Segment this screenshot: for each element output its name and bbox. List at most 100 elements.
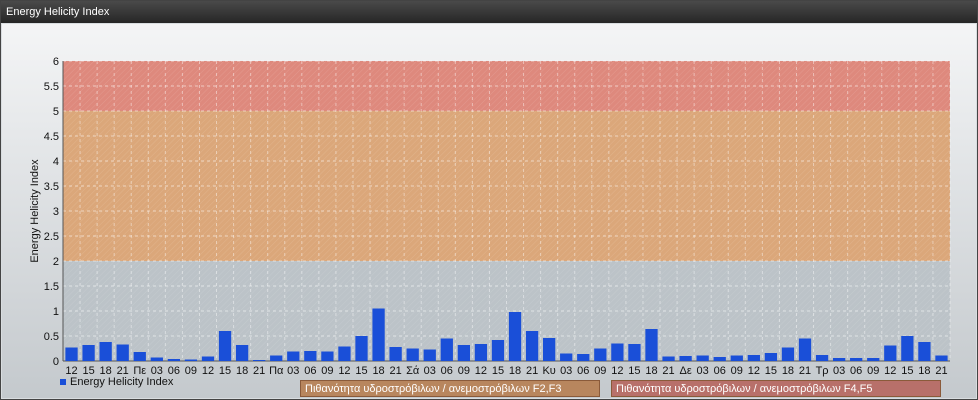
x-tick-label: 21 bbox=[935, 365, 947, 377]
x-tick-label: 09 bbox=[867, 365, 879, 377]
bar bbox=[167, 359, 181, 361]
x-tick-label: 06 bbox=[850, 365, 862, 377]
bar bbox=[713, 357, 726, 361]
x-tick-label: 15 bbox=[492, 365, 504, 377]
bar bbox=[184, 359, 198, 361]
bar bbox=[628, 344, 641, 361]
bar bbox=[662, 356, 675, 361]
x-tick-label: 06 bbox=[714, 365, 726, 377]
x-tick-label: 15 bbox=[219, 365, 231, 377]
x-tick-label: 18 bbox=[236, 365, 248, 377]
y-tick-label: 2.5 bbox=[44, 231, 59, 243]
x-tick-label: 03 bbox=[424, 365, 436, 377]
bar bbox=[372, 308, 385, 361]
x-tick-label: 06 bbox=[441, 365, 453, 377]
chart-window: Energy Helicity Index 0 0.5 1 1.5 2 2.5 3 3.5 4 4… bbox=[0, 0, 978, 400]
bar bbox=[730, 355, 743, 361]
x-tick-label: Πα bbox=[269, 365, 284, 377]
bar bbox=[867, 358, 880, 361]
x-tick-label: 12 bbox=[884, 365, 896, 377]
bar bbox=[65, 347, 78, 361]
bar bbox=[423, 349, 436, 361]
y-tick-label: 2 bbox=[53, 256, 59, 268]
x-tick-label: Κυ bbox=[542, 365, 555, 377]
y-tick-label: 6 bbox=[53, 56, 59, 68]
x-tick-label: 18 bbox=[918, 365, 930, 377]
bar bbox=[116, 344, 129, 361]
x-tick-label: Σά bbox=[406, 365, 420, 377]
y-tick-label: 4.5 bbox=[44, 131, 59, 143]
bar bbox=[201, 356, 215, 361]
bar bbox=[150, 357, 163, 361]
bar bbox=[901, 336, 914, 361]
x-tick-label: 12 bbox=[748, 365, 760, 377]
y-tick-label: 0 bbox=[53, 356, 59, 368]
x-tick-label: 21 bbox=[799, 365, 811, 377]
bar bbox=[321, 351, 334, 361]
bar bbox=[543, 338, 556, 361]
x-tick-label: 09 bbox=[458, 365, 470, 377]
y-tick-label: 5 bbox=[53, 106, 59, 118]
y-tick-label: 5.5 bbox=[44, 81, 59, 93]
x-tick-label: 15 bbox=[901, 365, 913, 377]
bar bbox=[355, 336, 368, 361]
x-tick-label: 12 bbox=[338, 365, 350, 377]
bar bbox=[304, 351, 317, 361]
bar bbox=[491, 340, 505, 361]
bar bbox=[235, 345, 249, 361]
bar bbox=[389, 347, 402, 361]
y-tick-label: 3.5 bbox=[44, 181, 59, 193]
bar bbox=[594, 348, 607, 361]
bar bbox=[645, 329, 658, 361]
bar bbox=[457, 345, 470, 361]
legend-band-f4-f5[interactable]: Πιθανότητα υδροστρόβιλων / ανεμοστρόβιλω… bbox=[611, 380, 941, 397]
bar bbox=[440, 338, 453, 361]
bar bbox=[935, 355, 948, 361]
x-tick-label: 09 bbox=[594, 365, 606, 377]
x-tick-label: 18 bbox=[645, 365, 657, 377]
bar bbox=[525, 331, 539, 361]
bar bbox=[560, 353, 573, 361]
bar bbox=[781, 347, 795, 361]
x-tick-label: 06 bbox=[304, 365, 316, 377]
x-tick-label: 12 bbox=[475, 365, 487, 377]
bar bbox=[884, 345, 897, 361]
y-tick-label: 1 bbox=[53, 306, 59, 318]
legend-series-item[interactable]: Energy Helicity Index bbox=[60, 375, 173, 389]
y-tick-label: 1.5 bbox=[44, 281, 59, 293]
bar bbox=[338, 346, 351, 361]
x-tick-label: 09 bbox=[731, 365, 743, 377]
x-tick-label: 18 bbox=[782, 365, 794, 377]
x-tick-label: 03 bbox=[833, 365, 845, 377]
legend-band-f2-f3[interactable]: Πιθανότητα υδροστρόβιλων / ανεμοστρόβιλω… bbox=[300, 380, 600, 397]
x-tick-label: 15 bbox=[628, 365, 640, 377]
bar bbox=[270, 355, 283, 361]
bar bbox=[474, 344, 488, 361]
bar bbox=[918, 342, 931, 361]
x-tick-label: 12 bbox=[611, 365, 623, 377]
x-tick-label: 09 bbox=[321, 365, 333, 377]
bar bbox=[832, 358, 846, 361]
x-tick-label: 21 bbox=[390, 365, 402, 377]
x-tick-label: 03 bbox=[697, 365, 709, 377]
x-tick-label: 06 bbox=[577, 365, 589, 377]
y-tick-label: 0.5 bbox=[44, 331, 59, 343]
bar bbox=[253, 360, 266, 361]
bar bbox=[679, 356, 692, 361]
x-tick-label: 03 bbox=[560, 365, 572, 377]
x-tick-label: 21 bbox=[253, 365, 265, 377]
x-tick-label: 15 bbox=[355, 365, 367, 377]
y-tick-label: 4 bbox=[53, 156, 59, 168]
x-tick-label: 18 bbox=[372, 365, 384, 377]
x-tick-label: 09 bbox=[185, 365, 197, 377]
legend-swatch bbox=[60, 379, 66, 385]
bar bbox=[611, 343, 624, 361]
bar bbox=[577, 354, 590, 361]
bar bbox=[82, 345, 95, 361]
x-tick-label: 18 bbox=[509, 365, 521, 377]
x-tick-label: 21 bbox=[662, 365, 674, 377]
bar bbox=[696, 355, 709, 361]
bar bbox=[815, 355, 829, 361]
x-tick-label: 12 bbox=[202, 365, 214, 377]
bar bbox=[747, 355, 760, 361]
